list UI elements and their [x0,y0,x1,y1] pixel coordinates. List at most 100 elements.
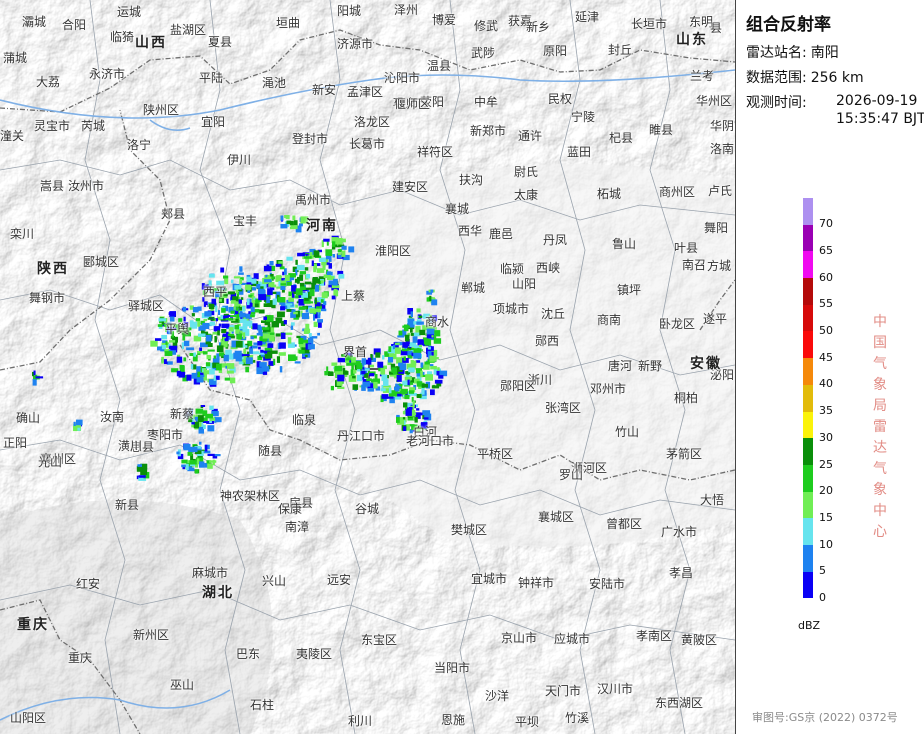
city-label: 栾川 [10,227,35,241]
echo-pixel [272,298,277,305]
echo-pixel [367,357,372,365]
city-label: 新乡 [526,20,551,34]
city-label: 蓝田 [567,145,592,159]
range-value: 256 km [810,70,864,86]
city-label: 黄陂区 [681,633,718,647]
echo-pixel [322,263,326,270]
echo-pixel [185,463,189,470]
echo-pixel [333,278,338,286]
city-label: 武陟 [471,46,496,60]
legend-swatch [803,331,813,359]
legend-swatch [803,224,813,252]
echo-pixel [420,362,424,368]
city-label: 唐河 [608,359,633,373]
echo-pixel [238,312,246,318]
echo-pixel [237,333,242,340]
echo-pixel [205,413,214,419]
city-label: 伊川 [227,153,252,167]
city-label: 石柱 [250,698,275,712]
echo-pixel [286,256,293,261]
echo-pixel [233,352,237,359]
legend-tick-label: 65 [819,243,833,257]
city-label: 重庆 [68,651,93,665]
radar-map[interactable]: 灞城 合阳 运城 盐湖区 垣曲 阳城 泽州 博爱 修武 获嘉 新乡 延津 长垣市 东明县蒲城 大荔 临猗 夏县济… [0,0,735,734]
echo-pixel [35,376,44,379]
city-label: 合阳 [62,18,87,32]
echo-pixel [419,329,426,336]
city-label: 平坝 [515,715,540,729]
echo-pixel [399,363,407,370]
echo-pixel [267,351,273,359]
city-label: 麻城市 [192,566,229,580]
echo-pixel [297,225,301,232]
province-label: 安徽 [690,356,722,372]
echo-pixel [235,329,240,334]
legend-tick-label: 55 [819,297,833,311]
echo-pixel [292,215,296,221]
echo-pixel [352,384,359,390]
legend-tick-label: 30 [819,430,833,444]
echo-pixel [197,371,201,378]
city-label: 卢氏 [708,184,733,198]
city-label: 西华 [458,224,483,238]
city-label: 原阳 [543,44,568,58]
echo-pixel [414,417,418,423]
echo-pixel [318,257,326,262]
echo-pixel [338,273,345,279]
echo-pixel [423,364,430,370]
echo-pixel [213,375,216,381]
echo-pixel [299,271,306,275]
legend-tick-label: 5 [819,564,826,578]
city-label: 建安区 [392,180,429,194]
echo-pixel [268,361,274,366]
echo-pixel [273,358,276,366]
echo-pixel [187,451,193,456]
echo-pixel [357,374,363,382]
legend-swatch [803,517,813,546]
echo-pixel [238,272,244,275]
echo-pixel [227,363,235,369]
echo-pixel [309,289,315,297]
echo-pixel [220,314,224,320]
echo-pixel [356,363,363,370]
legend-swatch [803,197,813,225]
echo-pixel [169,316,175,322]
echo-pixel [275,263,282,267]
echo-pixel [337,386,345,389]
echo-pixel [208,303,215,310]
echo-pixel [182,306,187,312]
echo-pixel [341,245,347,250]
echo-pixel [413,348,422,354]
echo-pixel [245,357,253,365]
legend-swatch [803,304,813,332]
echo-pixel [412,336,418,343]
city-label: 老河口市 [406,434,455,448]
echo-pixel [230,315,237,318]
echo-pixel [293,311,298,315]
echo-pixel [267,343,274,348]
city-label: 芮城 [81,119,106,133]
echo-pixel [381,394,389,399]
city-label: 偃师区 [394,97,431,111]
echo-pixel [421,383,428,388]
echo-pixel [277,311,285,318]
legend-swatch [803,544,813,572]
echo-pixel [200,405,206,407]
echo-pixel [298,299,305,306]
echo-pixel [235,340,243,348]
echo-pixel [341,250,346,257]
echo-pixel [233,306,236,310]
echo-pixel [183,340,190,347]
city-label: 遂平 [703,312,728,326]
echo-pixel [280,306,286,311]
echo-pixel [247,299,250,306]
echo-pixel [226,370,234,374]
echo-pixel [239,266,243,272]
echo-pixel [285,332,293,335]
echo-pixel [331,295,336,300]
echo-pixel [332,241,336,247]
city-label: 巫山 [170,678,195,692]
echo-pixel [326,366,329,373]
legend-tick-label: 35 [819,404,833,418]
city-label: 襄城区 [538,510,575,524]
